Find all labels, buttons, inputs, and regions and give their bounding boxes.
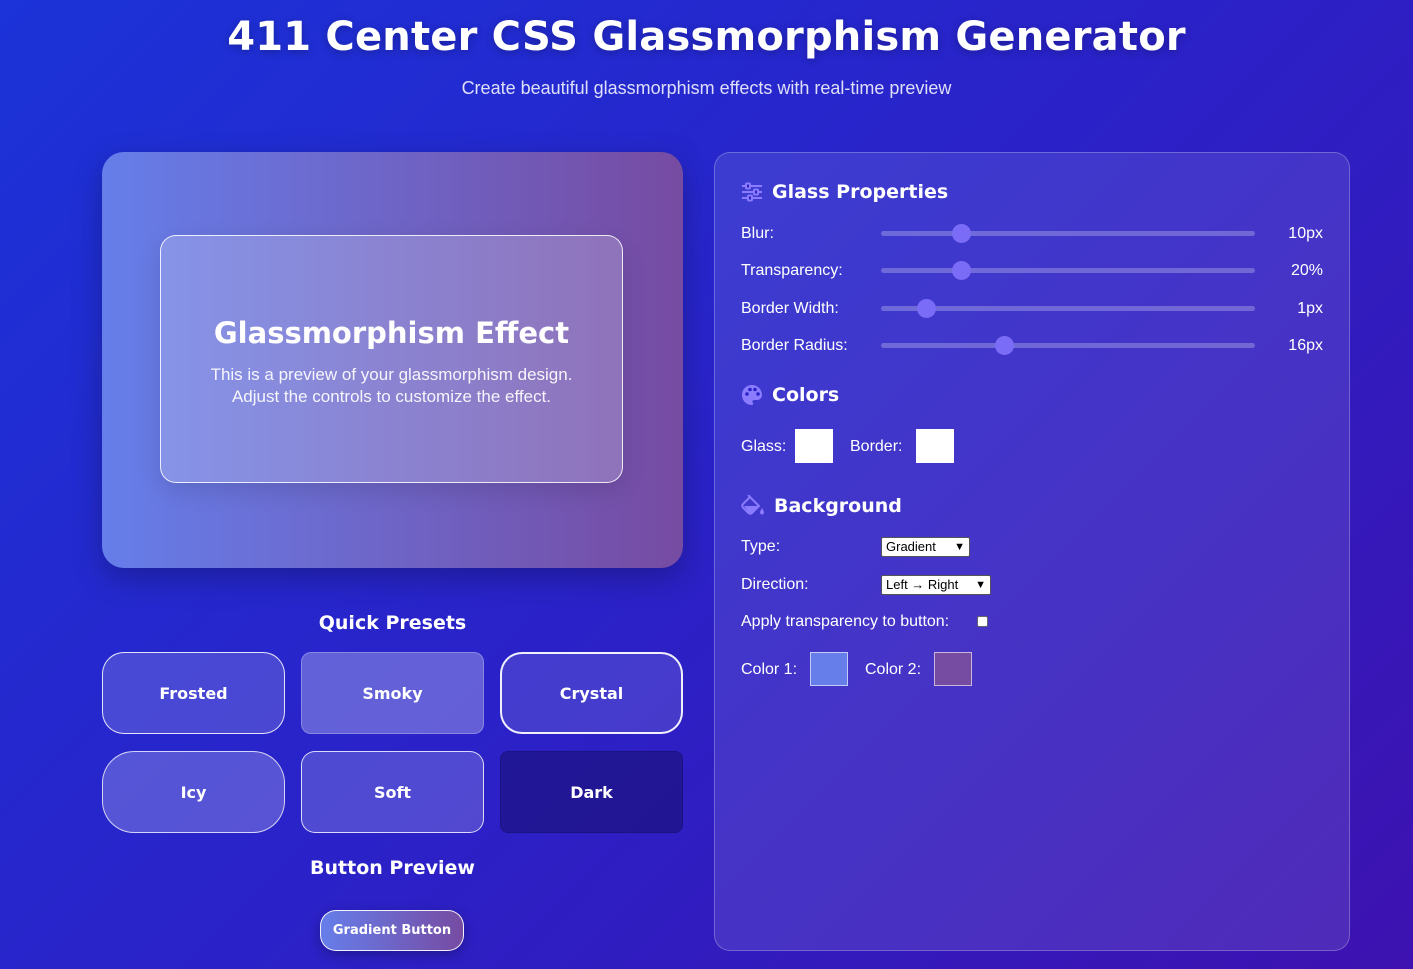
background-title: Background [774, 495, 902, 517]
border-width-label: Border Width: [741, 300, 839, 317]
presets-heading: Quick Presets [318, 612, 467, 634]
glass-color-picker[interactable] [795, 429, 833, 463]
border-color-label: Border: [850, 438, 903, 455]
color2-label: Color 2: [865, 661, 922, 678]
controls-panel: Glass Properties Blur: 10px Transparency… [714, 152, 1350, 951]
transparency-slider-thumb[interactable] [952, 261, 972, 280]
blur-value: 10px [1288, 225, 1323, 242]
direction-value: Left → Right [886, 577, 959, 592]
button-preview-heading: Button Preview [310, 857, 475, 879]
background-type-select[interactable]: Gradient ▼ [881, 537, 970, 557]
blur-slider[interactable] [881, 224, 1255, 243]
colors-heading: Colors [741, 384, 839, 406]
direction-label: Direction: [741, 576, 809, 593]
border-radius-slider[interactable] [881, 336, 1255, 355]
border-width-slider[interactable] [881, 299, 1255, 318]
preset-dark-button[interactable]: Dark [500, 751, 683, 833]
colors-title: Colors [772, 384, 840, 406]
preset-crystal-button[interactable]: Crystal [500, 652, 683, 734]
border-color-picker[interactable] [916, 429, 954, 463]
border-width-value: 1px [1297, 300, 1323, 317]
preset-soft-button[interactable]: Soft [301, 751, 484, 833]
color1-picker[interactable] [810, 652, 848, 686]
page-subtitle: Create beautiful glassmorphism effects w… [461, 78, 952, 98]
transparency-label: Transparency: [741, 262, 843, 279]
color1-label: Color 1: [741, 661, 798, 678]
chevron-down-icon: ▼ [975, 579, 986, 591]
glass-card-title: Glassmorphism Effect [213, 316, 570, 350]
background-type-value: Gradient [886, 539, 936, 554]
preview-area: Glassmorphism Effect This is a preview o… [102, 152, 683, 568]
border-width-slider-thumb[interactable] [916, 299, 936, 318]
glass-properties-title: Glass Properties [772, 181, 949, 203]
glass-properties-heading: Glass Properties [741, 181, 948, 203]
transparency-slider[interactable] [881, 261, 1255, 280]
apply-transparency-label: Apply transparency to button: [741, 613, 950, 630]
border-radius-slider-thumb[interactable] [995, 336, 1015, 355]
gradient-button-preview[interactable]: Gradient Button [320, 910, 464, 951]
apply-transparency-checkbox[interactable] [977, 616, 988, 627]
glass-card-text: This is a preview of your glassmorphism … [210, 365, 573, 406]
glass-color-label: Glass: [741, 438, 787, 455]
paint-bucket-icon [741, 495, 764, 515]
border-radius-label: Border Radius: [741, 337, 848, 354]
sliders-icon [742, 182, 762, 202]
chevron-down-icon: ▼ [954, 541, 965, 553]
palette-icon [742, 385, 762, 405]
background-type-label: Type: [741, 538, 781, 555]
glass-card-preview: Glassmorphism Effect This is a preview o… [160, 235, 623, 483]
page-title: 411 Center CSS Glassmorphism Generator [227, 14, 1186, 60]
border-radius-value: 16px [1288, 337, 1323, 354]
transparency-value: 20% [1290, 262, 1323, 279]
blur-slider-thumb[interactable] [952, 224, 972, 243]
color2-picker[interactable] [934, 652, 972, 686]
blur-label: Blur: [741, 225, 774, 242]
preset-frosted-button[interactable]: Frosted [102, 652, 285, 734]
background-heading: Background [741, 495, 902, 517]
preset-smoky-button[interactable]: Smoky [301, 652, 484, 734]
preset-icy-button[interactable]: Icy [102, 751, 285, 833]
direction-select[interactable]: Left → Right ▼ [881, 575, 991, 595]
